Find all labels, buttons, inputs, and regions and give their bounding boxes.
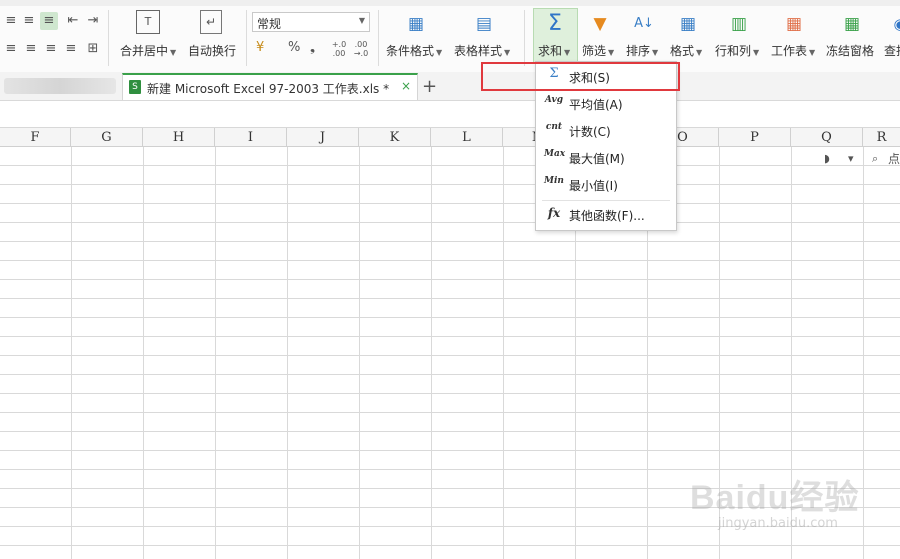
avg-icon: Avg [544, 95, 564, 105]
format-icon: ▦ [679, 14, 697, 34]
wrap-text-button[interactable]: 自动换行 [188, 42, 236, 59]
formula-bar-area [0, 101, 900, 127]
column-header-row: F G H I J K L M N O P Q R [0, 127, 900, 147]
menu-item-count[interactable]: cnt 计数(C) [536, 118, 676, 144]
align-middle-icon[interactable]: ≡ [20, 12, 38, 30]
percent-button[interactable]: % [288, 40, 300, 55]
sum-button[interactable]: 求和 ▼ [538, 42, 570, 59]
menu-item-label: 平均值(A) [569, 98, 623, 112]
menu-item-label: 最小值(I) [569, 179, 618, 193]
conditional-format-button[interactable]: 条件格式 ▼ [386, 42, 442, 59]
menu-item-min[interactable]: Min 最小值(I) [536, 172, 676, 198]
menu-item-label: 其他函数(F)... [569, 209, 645, 223]
sort-button[interactable]: 排序 ▼ [626, 42, 658, 59]
menu-item-label: 计数(C) [569, 125, 611, 139]
currency-icon[interactable]: ¥ [256, 40, 264, 55]
format-button[interactable]: 格式 ▼ [670, 42, 702, 59]
ribbon-divider [524, 10, 525, 66]
max-icon: Max [544, 149, 566, 159]
ribbon-toolbar: ≡ ≡ ≡ ⇤ ⇥ ≡ ≡ ≡ ≡ ⊞ T 合并居中 ▼ ↵ 自动换行 常规 ▼ ¥… [0, 0, 900, 73]
excel-file-icon: S [129, 80, 141, 94]
indent-decrease-icon[interactable]: ⇤ [64, 12, 82, 30]
ribbon-divider [246, 10, 247, 66]
align-center-icon[interactable]: ≡ [22, 40, 40, 58]
table-style-icon: ▤ [475, 14, 493, 34]
ribbon-divider [378, 10, 379, 66]
worksheet-icon: ▦ [785, 14, 803, 34]
decimal-increase-button[interactable]: +.0 .00 [330, 40, 348, 58]
sort-icon: A↓ [634, 16, 654, 31]
table-style-button[interactable]: 表格样式 ▼ [454, 42, 510, 59]
merge-center-button[interactable]: 合并居中 ▼ [120, 42, 176, 59]
new-tab-button[interactable]: + [422, 76, 437, 97]
align-left-icon[interactable]: ≡ [2, 40, 20, 58]
number-format-select[interactable]: 常规 ▼ [252, 12, 370, 32]
menu-item-label: 最大值(M) [569, 152, 625, 166]
decimal-decrease-button[interactable]: .00 →.0 [352, 40, 370, 58]
row-column-icon: ▥ [730, 14, 748, 34]
filter-button[interactable]: 筛选 ▼ [582, 42, 614, 59]
column-header-I[interactable]: I [215, 128, 287, 147]
justify-icon[interactable]: ≡ [62, 40, 80, 58]
column-header-K[interactable]: K [359, 128, 431, 147]
column-header-Q[interactable]: Q [791, 128, 863, 147]
column-header-L[interactable]: L [431, 128, 503, 147]
find-icon: ◉ [886, 10, 900, 38]
min-icon: Min [544, 176, 564, 186]
merge-center-icon: T [136, 10, 160, 34]
freeze-panes-button[interactable]: 冻结窗格 [826, 42, 874, 59]
menu-item-max[interactable]: Max 最大值(M) [536, 145, 676, 171]
ribbon-divider [108, 10, 109, 66]
count-icon: cnt [545, 122, 563, 132]
blurred-tab [4, 78, 116, 94]
distribute-icon[interactable]: ⊞ [84, 40, 102, 58]
comma-button[interactable]: ❟ [310, 40, 315, 55]
wrap-text-icon: ↵ [200, 10, 222, 34]
column-header-R[interactable]: R [863, 128, 900, 147]
worksheet-button[interactable]: 工作表 ▼ [771, 42, 815, 59]
column-header-P[interactable]: P [719, 128, 791, 147]
baidu-watermark: Baidu经验 [690, 479, 860, 517]
menu-item-average[interactable]: Avg 平均值(A) [536, 91, 676, 117]
indent-increase-icon[interactable]: ⇥ [84, 12, 102, 30]
sigma-icon: Σ [548, 11, 562, 36]
align-bottom-icon[interactable]: ≡ [40, 12, 58, 30]
row-column-button[interactable]: 行和列 ▼ [715, 42, 759, 59]
annotation-highlight-box [481, 62, 680, 91]
conditional-format-icon: ▦ [407, 14, 425, 34]
align-top-icon[interactable]: ≡ [2, 12, 20, 30]
column-header-G[interactable]: G [71, 128, 143, 147]
document-tab-title: 新建 Microsoft Excel 97-2003 工作表.xls * [147, 82, 390, 96]
column-header-H[interactable]: H [143, 128, 215, 147]
freeze-panes-icon: ▦ [843, 14, 861, 34]
ribbon-top-strip [0, 0, 900, 6]
column-header-F[interactable]: F [0, 128, 71, 147]
filter-icon: ▼ [593, 14, 607, 34]
menu-item-other-functions[interactable]: fx 其他函数(F)... [536, 202, 676, 228]
document-tab[interactable]: S 新建 Microsoft Excel 97-2003 工作表.xls * × [122, 73, 418, 100]
watermark-url: jingyan.baidu.com [718, 516, 838, 531]
close-tab-icon[interactable]: × [401, 79, 411, 93]
align-right-icon[interactable]: ≡ [42, 40, 60, 58]
menu-separator [542, 200, 670, 201]
column-header-J[interactable]: J [287, 128, 359, 147]
find-button[interactable]: 查找 [884, 42, 900, 59]
fx-icon: fx [547, 206, 561, 220]
